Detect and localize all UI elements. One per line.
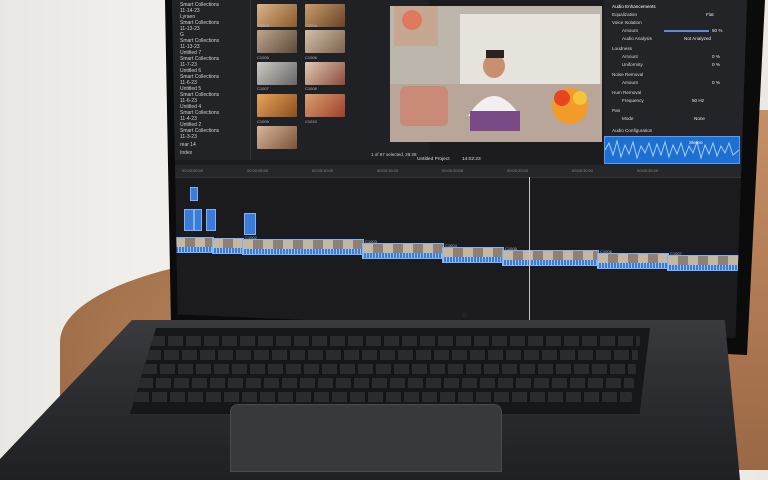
sidebar-item[interactable]: Index (180, 150, 192, 156)
amount-value[interactable]: 50 % (712, 28, 722, 33)
stereo-waveform[interactable] (604, 136, 740, 164)
noise-removal-checkbox[interactable]: Noise Removal (612, 72, 643, 77)
amount-value[interactable]: 0 % (712, 54, 720, 59)
timeline-clip[interactable]: C1004 (442, 243, 504, 263)
clip-label: C1003 (257, 23, 269, 28)
equalization-value[interactable]: Flat (706, 12, 714, 17)
viewer-video-frame (390, 6, 602, 142)
connected-clip[interactable] (206, 209, 216, 231)
audio-analysis-value: Not Analyzed (684, 36, 712, 41)
clip-label: C1004 (305, 23, 317, 28)
clip-thumbnail[interactable] (305, 94, 345, 117)
timeline-clip[interactable] (174, 237, 214, 253)
clip-label: C1007 (257, 86, 269, 91)
clip-label: C1008 (305, 86, 317, 91)
audio-config-title: Audio Configuration (612, 128, 653, 133)
timeline-clip[interactable]: C1003 (362, 239, 444, 259)
inspector-section-title: Audio Enhancements (612, 4, 656, 9)
playhead[interactable] (529, 177, 530, 327)
connected-clip[interactable] (244, 213, 256, 235)
library-sidebar: Smart Collections 11-14-23 Lyraen Smart … (172, 0, 251, 160)
clip-label: C1006 (600, 249, 612, 254)
clip-label: C1005 (505, 246, 517, 251)
pan-label: Pan (612, 108, 621, 113)
video-scene (390, 6, 602, 142)
mode-label: Mode (622, 116, 634, 121)
amount-label: Amount (622, 54, 638, 59)
clip-label: C1009 (257, 119, 269, 124)
voice-isolation-slider[interactable] (664, 30, 709, 32)
clip-label: C1003 (365, 239, 377, 244)
frequency-value[interactable]: 50 Hz (692, 98, 704, 103)
stereo-label[interactable]: Stereo (689, 140, 703, 145)
clip-thumbnail[interactable] (305, 62, 345, 85)
timeline-clip[interactable]: C1005 (502, 246, 599, 266)
ruler-tick: 00:00:20:00 (442, 168, 464, 173)
amount-value[interactable]: 0 % (712, 80, 720, 85)
clip-label: C1010 (305, 119, 317, 124)
clip-label: C1007 (670, 251, 682, 256)
amount-label: Amount (622, 28, 638, 33)
amount-label: Amount (622, 80, 638, 85)
connected-clip[interactable] (184, 209, 194, 231)
waveform-graphic (604, 139, 740, 160)
ruler-tick: 00:00:15:00 (377, 168, 399, 173)
timeline-clip[interactable] (212, 238, 244, 254)
clip-label: C1005 (257, 55, 269, 60)
timeline-timecode: 14:02:23 (462, 157, 481, 162)
sidebar-item[interactable]: rear 14 (180, 142, 196, 148)
clip-label: C1002 (245, 235, 257, 240)
clip-thumbnail[interactable] (257, 62, 297, 85)
ruler-tick: 00:00:10:00 (312, 168, 334, 173)
clip-thumbnail[interactable] (257, 30, 297, 53)
clip-label: C1004 (445, 243, 457, 248)
ruler-tick: 00:00:35:00 (637, 168, 659, 173)
ruler-tick: 00:00:25:00 (507, 168, 529, 173)
connected-clip[interactable] (194, 209, 202, 231)
loudness-checkbox[interactable]: Loudness (612, 46, 632, 51)
voice-isolation-checkbox[interactable]: Voice Isolation (612, 20, 642, 25)
trackpad (230, 404, 502, 472)
clip-label: C1006 (305, 55, 317, 60)
uniformity-label: Uniformity (622, 62, 643, 67)
timeline-clip[interactable]: C1006 (597, 249, 669, 269)
laptop-screen: Smart Collections 11-14-23 Lyraen Smart … (172, 0, 747, 338)
audio-analysis-label: Audio Analysis (622, 36, 652, 41)
timeline-clip[interactable]: C1002 (242, 235, 364, 255)
mode-value[interactable]: None (694, 116, 705, 121)
ruler-tick: 00:00:05:00 (247, 168, 269, 173)
camera-notch (462, 312, 468, 318)
timeline-ruler[interactable]: 00:00:00:00 00:00:05:00 00:00:10:00 00:0… (172, 165, 747, 178)
project-name[interactable]: Untitled Project (417, 157, 450, 162)
uniformity-value[interactable]: 0 % (712, 62, 720, 67)
frequency-label: Frequency (622, 98, 644, 103)
equalization-label: Equalization (612, 12, 638, 17)
hum-removal-checkbox[interactable]: Hum Removal (612, 90, 641, 95)
timeline: Untitled Project 14:02:23 00:00:00:00 00… (172, 157, 747, 338)
sidebar-item[interactable]: 11-3-23 (180, 134, 197, 140)
clip-thumbnail[interactable] (305, 30, 345, 53)
clip-thumbnail[interactable] (257, 94, 297, 117)
browser-status: 1 of 87 selected, 28:28 (371, 152, 417, 157)
ruler-tick: 00:00:30:00 (572, 168, 594, 173)
timeline-clip[interactable]: C1007 (667, 251, 739, 271)
keyboard (130, 328, 650, 414)
ruler-tick: 00:00:00:00 (182, 168, 204, 173)
clip-thumbnail[interactable] (257, 126, 297, 149)
connected-clip[interactable] (190, 187, 198, 201)
